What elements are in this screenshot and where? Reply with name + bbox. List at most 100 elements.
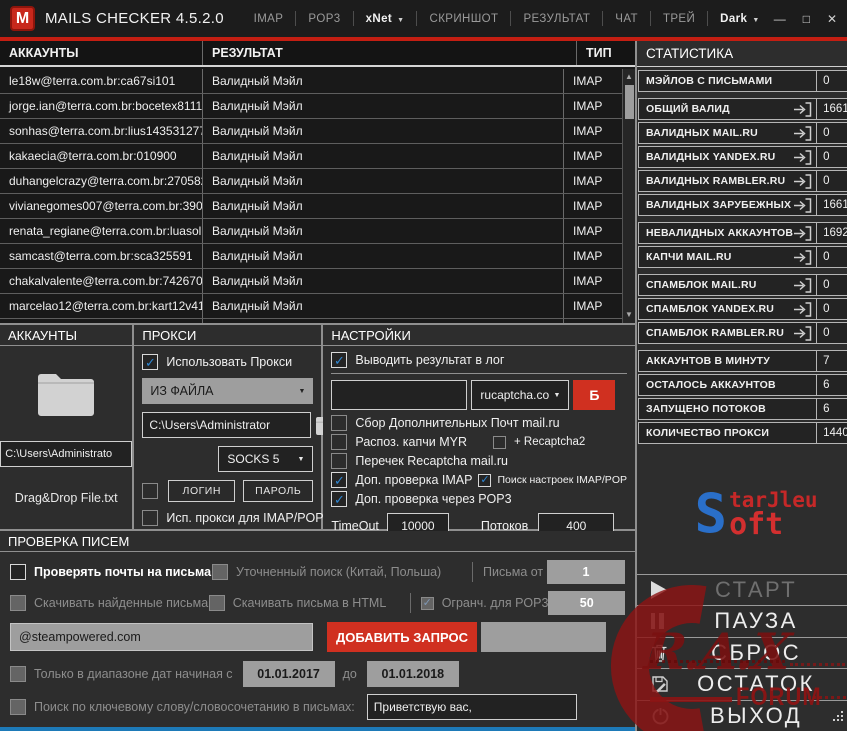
- table-row[interactable]: lolobetel@bol.com.br:119al2nbВалидный Мэ…: [0, 319, 622, 324]
- export-arrow-icon[interactable]: [793, 125, 812, 141]
- extra-pop3-checkbox[interactable]: ✓: [331, 491, 348, 508]
- header-accounts[interactable]: АККАУНТЫ: [0, 41, 203, 65]
- proxy-path-field[interactable]: [142, 412, 312, 439]
- proxy-password-field[interactable]: ПАРОЛЬ: [243, 480, 314, 503]
- pause-button[interactable]: ПАУЗА: [637, 605, 847, 637]
- close-button[interactable]: ✕: [827, 12, 837, 26]
- pop3-limit-field[interactable]: 50: [548, 591, 626, 616]
- bottom-accent-line: [0, 727, 635, 731]
- download-html-checkbox[interactable]: [208, 595, 225, 612]
- table-row[interactable]: duhangelcrazy@terra.com.br:2705823 Валидн…: [0, 169, 622, 194]
- date-to-field[interactable]: 01.01.2018: [366, 661, 459, 688]
- extra-imap-checkbox[interactable]: ✓: [331, 472, 348, 489]
- cell-type: IMAP: [573, 224, 603, 238]
- header-type[interactable]: ТИП: [577, 41, 635, 65]
- stat-value: 16613: [816, 195, 847, 215]
- stat-value: 0: [816, 123, 847, 143]
- export-arrow-icon[interactable]: [793, 149, 812, 165]
- query-input[interactable]: [10, 623, 313, 652]
- remainder-button[interactable]: ОСТАТОК: [637, 668, 847, 700]
- table-row[interactable]: jorge.ian@terra.com.br:bocetex8111 Валидн…: [0, 94, 622, 119]
- table-row[interactable]: marcelao12@terra.com.br:kart12v411 Валидн…: [0, 294, 622, 319]
- table-row[interactable]: le18w@terra.com.br:ca67si101 Валидный Мэй…: [0, 69, 622, 94]
- table-row[interactable]: vivianegomes007@terra.com.br:39030 Валидн…: [0, 194, 622, 219]
- menu-tray[interactable]: ТРЕЙ: [663, 13, 695, 25]
- stats-group: АККАУНТОВ В МИНУТУ 7 ОСТАЛОСЬ АККАУНТОВ 6 ЗА…: [638, 350, 847, 444]
- cell-account: kakaecia@terra.com.br:010900: [0, 144, 203, 168]
- menu-imap[interactable]: IMAP: [254, 13, 284, 25]
- proxy-login-field[interactable]: ЛОГИН: [168, 480, 236, 503]
- export-arrow-icon[interactable]: [793, 249, 812, 265]
- maximize-button[interactable]: □: [803, 12, 810, 26]
- accounts-path-field[interactable]: [0, 441, 133, 468]
- theme-dropdown[interactable]: Dark ▼: [720, 13, 760, 25]
- recaptcha2-checkbox[interactable]: [493, 435, 506, 449]
- minimize-button[interactable]: —: [774, 12, 786, 26]
- export-arrow-icon[interactable]: [793, 301, 812, 317]
- proxy-for-imap-label: Исп. прокси для IMAP/POP3: [166, 511, 331, 526]
- pop3-limit-checkbox[interactable]: ✓: [420, 596, 434, 610]
- captcha-myr-checkbox[interactable]: [331, 434, 348, 451]
- resize-grip[interactable]: [833, 719, 835, 721]
- proxy-auth-checkbox[interactable]: [142, 483, 159, 500]
- stat-label: АККАУНТОВ В МИНУТУ: [646, 355, 770, 367]
- refined-search-checkbox[interactable]: [212, 564, 228, 581]
- use-proxy-checkbox[interactable]: ✓: [142, 354, 159, 371]
- stats-group: ОБЩИЙ ВАЛИД16613ВАЛИДНЫХ MAIL.RU0ВАЛИДНЫ…: [638, 98, 847, 216]
- menu-screenshot[interactable]: СКРИНШОТ: [429, 13, 498, 25]
- menu-xnet-dropdown[interactable]: xNet ▼: [366, 13, 405, 25]
- header-result[interactable]: РЕЗУЛЬТАТ: [203, 41, 577, 65]
- menu-pop3[interactable]: POP3: [308, 13, 340, 25]
- proxy-type-dropdown[interactable]: SOCKS 5 ▼: [218, 446, 314, 473]
- reset-button[interactable]: СБРОС: [637, 636, 847, 669]
- stat-row: ВАЛИДНЫХ MAIL.RU 0: [638, 122, 847, 144]
- export-arrow-icon[interactable]: [793, 197, 812, 213]
- table-row[interactable]: sonhas@terra.com.br:lius1435312770 Валидн…: [0, 119, 622, 144]
- table-row[interactable]: renata_regiane@terra.com.br:luasol Валидн…: [0, 219, 622, 244]
- table-scrollbar[interactable]: ▲ ▼: [622, 69, 635, 324]
- download-found-label: Скачивать найденные письма: [34, 596, 209, 611]
- check-letters-checkbox[interactable]: [10, 564, 26, 581]
- stat-value: 0: [816, 275, 847, 295]
- date-from-field[interactable]: 01.01.2017: [242, 661, 335, 688]
- table-row[interactable]: samcast@terra.com.br:sca325591 Валидный М…: [0, 244, 622, 269]
- export-arrow-icon[interactable]: [793, 173, 812, 189]
- scroll-down-icon[interactable]: ▼: [623, 309, 635, 321]
- download-found-checkbox[interactable]: [10, 595, 26, 612]
- recheck-checkbox[interactable]: [331, 453, 348, 470]
- collect-mailru-checkbox[interactable]: [331, 415, 348, 432]
- letters-from-field[interactable]: 1: [547, 560, 625, 585]
- stat-label: СПАМБЛОК YANDEX.RU: [646, 303, 775, 315]
- balance-button[interactable]: Б: [573, 380, 616, 411]
- table-row[interactable]: kakaecia@terra.com.br:010900 Валидный Мэй…: [0, 144, 622, 169]
- menu-result[interactable]: РЕЗУЛЬТАТ: [523, 13, 590, 25]
- log-output-checkbox[interactable]: ✓: [331, 352, 348, 369]
- keyword-field[interactable]: [366, 694, 577, 721]
- add-query-button[interactable]: ДОБАВИТЬ ЗАПРОС: [327, 622, 477, 653]
- export-arrow-icon[interactable]: [793, 101, 812, 117]
- export-arrow-icon[interactable]: [793, 325, 812, 341]
- captcha-service-dropdown[interactable]: rucaptcha.co ▼: [471, 380, 570, 411]
- menu-chat[interactable]: ЧАТ: [615, 13, 638, 25]
- scroll-up-icon[interactable]: ▲: [623, 71, 635, 83]
- keyword-search-checkbox[interactable]: [10, 699, 26, 716]
- pause-label: ПАУЗА: [714, 608, 798, 634]
- exit-button[interactable]: ВЫХОД: [637, 699, 847, 731]
- log-output-label: Выводить результат в лог: [355, 353, 505, 368]
- start-button[interactable]: СТАРТ: [637, 573, 847, 606]
- table-row[interactable]: chakalvalente@terra.com.br:74267090 Валид…: [0, 269, 622, 294]
- chevron-down-icon: ▼: [297, 455, 305, 463]
- cell-result: Валидный Мэйл: [203, 144, 564, 168]
- scrollbar-thumb[interactable]: [624, 85, 634, 119]
- export-arrow-icon[interactable]: [793, 277, 812, 293]
- date-range-checkbox[interactable]: [10, 666, 26, 683]
- cell-result: Валидный Мэйл: [203, 244, 564, 268]
- proxy-source-dropdown[interactable]: ИЗ ФАЙЛА ▼: [142, 378, 314, 405]
- export-arrow-icon[interactable]: [793, 225, 812, 241]
- captcha-key-field[interactable]: [331, 380, 468, 411]
- stat-value: 169264: [816, 223, 847, 243]
- proxy-for-imap-checkbox[interactable]: [142, 510, 159, 527]
- stat-value: 7: [816, 351, 847, 371]
- search-settings-checkbox[interactable]: ✓: [478, 473, 492, 487]
- folder-icon[interactable]: [34, 368, 98, 423]
